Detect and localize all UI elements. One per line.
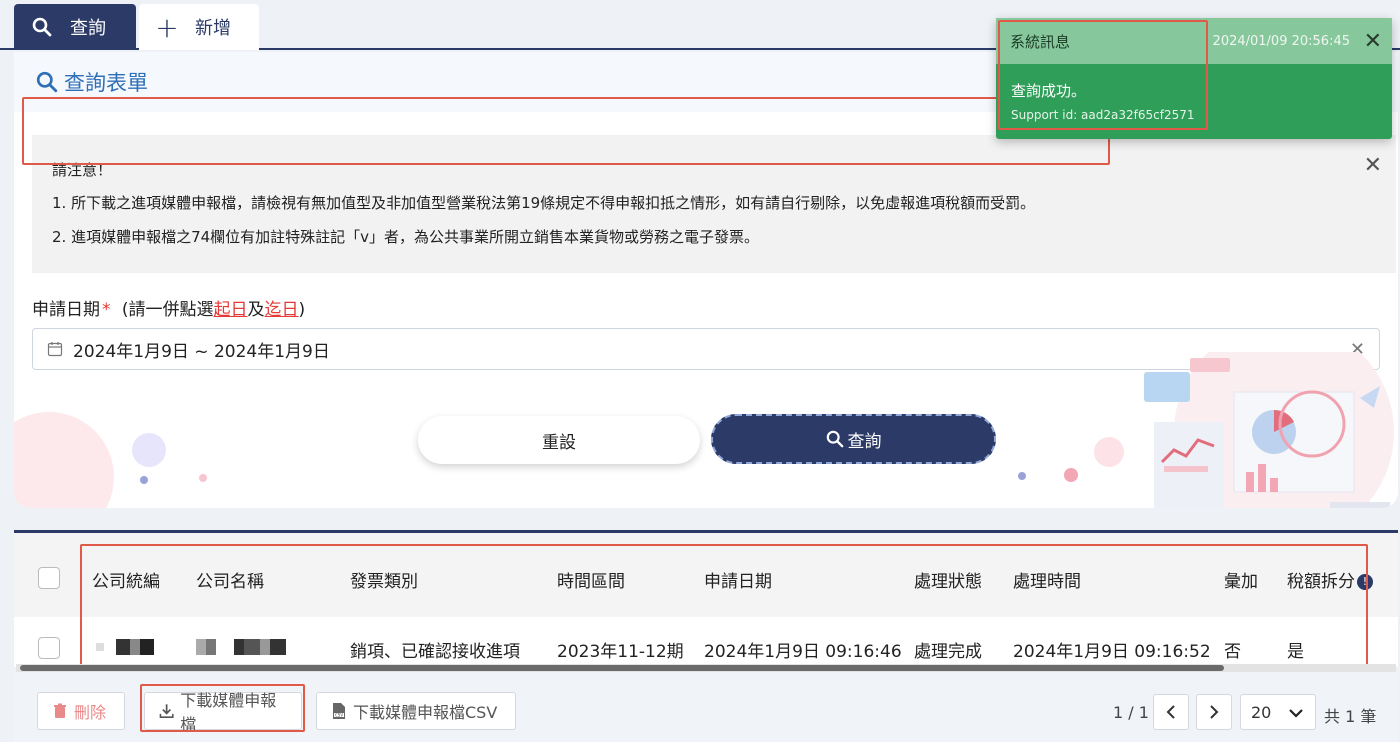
highlight-box [140,684,305,732]
tab-add[interactable]: + 新增 [139,4,259,50]
date-hint: (請一併點選起日及迄日) [122,300,305,320]
tab-add-label: 新增 [195,18,231,39]
search-button[interactable]: 查詢 [711,414,996,464]
plus-icon: + [155,10,179,44]
chevron-down-icon [1289,709,1303,718]
select-all-checkbox[interactable] [38,567,60,589]
csv-file-icon: CSV [333,703,345,719]
chevron-left-icon [1166,705,1175,719]
decor-circle [132,433,166,467]
decor-circle [1064,468,1078,482]
calendar-icon [47,342,63,357]
page-size-select[interactable]: 20 [1240,694,1316,730]
decor-circle [140,476,148,484]
toast-time: 2024/01/09 20:56:45 [1212,33,1350,49]
horizontal-scrollbar[interactable] [16,664,1396,672]
tab-query-label: 查詢 [70,18,106,39]
trash-icon [54,703,66,718]
highlight-box [80,544,1368,666]
total-count: 共 1 筆 [1324,707,1377,726]
form-title: 查詢表單 [64,71,148,95]
delete-label: 刪除 [74,703,107,722]
next-page-button[interactable] [1196,694,1232,730]
hint-end: 迄日 [264,300,299,320]
notice-line-1: 1. 所下載之進項媒體申報檔，請檢視有無加值型及非加值型營業稅法第19條規定不得… [52,194,1036,212]
required-mark: * [102,300,111,320]
download-csv-label: 下載媒體申報檔CSV [353,703,498,722]
search-button-label: 查詢 [847,431,882,452]
highlight-box [998,20,1208,130]
scrollbar-thumb[interactable] [20,665,1224,671]
highlight-box [22,97,1110,165]
date-field-label: 申請日期 * (請一併點選起日及迄日) [32,295,305,320]
tab-query[interactable]: 查詢 [14,4,136,50]
close-icon[interactable]: ✕ [1364,153,1382,178]
date-label-text: 申請日期 [32,300,100,320]
search-icon [36,71,58,93]
page-info: 1 / 1 [1113,703,1149,722]
search-icon [14,17,70,37]
hint-suffix: ) [298,300,306,320]
reset-button[interactable]: 重設 [418,416,700,464]
delete-button[interactable]: 刪除 [37,692,125,730]
hint-prefix: (請一併點選 [121,300,214,320]
notice-line-2: 2. 進項媒體申報檔之74欄位有加註特殊註記「v」者，為公共事業所開立銷售本業貨… [52,228,760,246]
page-size-value: 20 [1251,702,1272,722]
analytics-illustration [1144,352,1394,508]
row-checkbox[interactable] [38,637,60,659]
prev-page-button[interactable] [1153,694,1189,730]
date-range-value: 2024年1月9日 ~ 2024年1月9日 [73,341,330,362]
search-icon [826,430,843,448]
svg-text:CSV: CSV [335,713,343,718]
download-csv-button[interactable]: CSV 下載媒體申報檔CSV [316,692,516,730]
chevron-right-icon [1210,705,1219,719]
hint-mid: 及 [247,300,265,320]
decor-circle [1018,472,1026,480]
decor-circle [199,474,207,482]
decor-circle [1094,437,1124,467]
close-icon[interactable]: ✕ [1364,29,1382,54]
hint-start: 起日 [213,300,248,320]
decor-circle [14,412,114,508]
